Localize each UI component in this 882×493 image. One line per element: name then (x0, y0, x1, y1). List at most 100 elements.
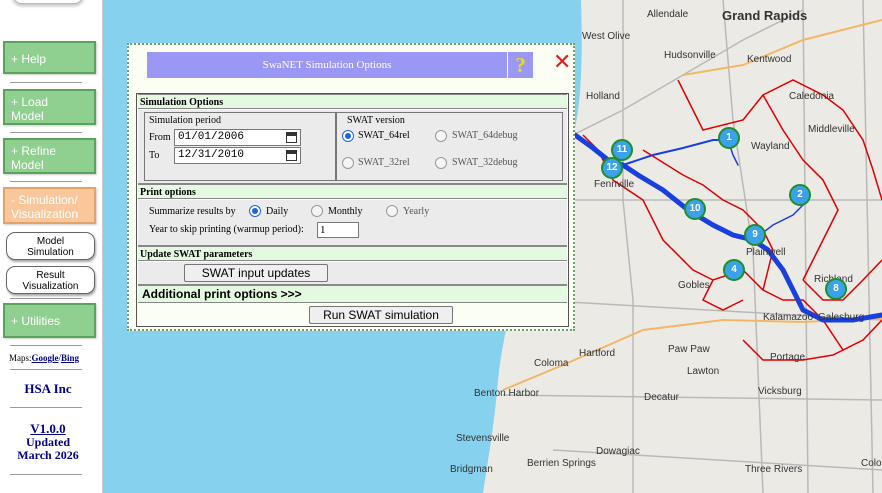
map-label-decatur: Decatur (644, 392, 680, 403)
model-simulation-label: Model Simulation (27, 236, 74, 258)
map-label-portage: Portage (770, 352, 806, 363)
help-icon[interactable]: ? (507, 52, 533, 78)
menu-divider (10, 407, 82, 408)
map-label-fennville: Fennville (594, 179, 635, 190)
result-visualization-label: Result Visualization (22, 270, 79, 292)
menu-divider (10, 345, 82, 346)
map-label-plainwell: Plainwell (746, 247, 786, 258)
dialog-title: SwaNET Simulation Options (147, 52, 507, 78)
map-label-gobles: Gobles (678, 280, 710, 291)
from-label: From (149, 132, 171, 143)
subbasin-marker-9[interactable]: 9 (744, 224, 766, 246)
map-label-stevensville: Stevensville (456, 433, 510, 444)
map-label-bridgman: Bridgman (450, 464, 493, 475)
map-label-galesburg: Galesburg (818, 312, 865, 323)
company-name: HSA Inc (24, 381, 72, 396)
calendar-icon[interactable] (286, 132, 297, 143)
utilities-menu-button[interactable]: + Utilities (3, 303, 96, 338)
result-visualization-button[interactable]: Result Visualization (6, 266, 95, 294)
bing-maps-link[interactable]: Bing (61, 353, 79, 363)
map-label-west-olive: West Olive (582, 31, 631, 42)
menu-divider (10, 82, 82, 83)
refine-model-menu-label: + Refine Model (11, 144, 57, 172)
map-label-dowagiac: Dowagiac (596, 446, 640, 457)
map-label-colo: Colo (861, 458, 882, 469)
menu-divider (10, 181, 82, 182)
warmup-skip-label: Year to skip printing (warmup period): (149, 224, 304, 235)
summarize-label: Summarize results by (149, 206, 236, 217)
map-source-links: Maps:Google/Bing (9, 353, 79, 363)
map-label-wayland: Wayland (751, 141, 790, 152)
summary-monthly-label: Monthly (328, 206, 363, 217)
swat-32debug-radio[interactable] (435, 157, 447, 169)
simulation-visualization-menu-button[interactable]: - Simulation/ Visualization (3, 187, 96, 224)
close-icon[interactable]: ✕ (553, 51, 571, 75)
maps-prefix: Maps: (9, 353, 32, 363)
swat-version-label: SWAT version (347, 115, 405, 126)
additional-print-options-link[interactable]: Additional print options >>> (142, 287, 302, 302)
subbasin-marker-12[interactable]: 12 (601, 157, 623, 179)
from-date-input[interactable]: 01/01/2006 (174, 129, 301, 146)
map-label-holland: Holland (586, 91, 620, 102)
menu-divider (10, 298, 82, 299)
calendar-icon[interactable] (286, 150, 297, 161)
map-label-berrien-springs: Berrien Springs (527, 458, 596, 469)
warmup-years-input[interactable]: 1 (317, 222, 359, 238)
print-options-header: Print options (138, 184, 567, 199)
map-label-coloma: Coloma (534, 358, 569, 369)
menu-divider (10, 369, 82, 370)
update-parameters-header: Update SWAT parameters (138, 246, 567, 261)
help-menu-button[interactable]: + Help (3, 41, 96, 74)
swat-64rel-label: SWAT_64rel (358, 130, 410, 141)
map-label-grand-rapids: Grand Rapids (722, 8, 808, 23)
subbasin-marker-10[interactable]: 10 (684, 198, 706, 220)
utilities-menu-label: + Utilities (11, 314, 61, 328)
simulation-options-header: Simulation Options (138, 94, 567, 109)
subbasin-marker-4[interactable]: 4 (723, 259, 745, 281)
swat-input-updates-button[interactable]: SWAT input updates (184, 264, 328, 282)
to-date-value: 12/31/2010 (178, 149, 245, 161)
subbasin-marker-1[interactable]: 1 (718, 127, 740, 149)
help-menu-label: + Help (11, 52, 47, 66)
swat-32debug-label: SWAT_32debug (452, 157, 518, 168)
sidebar: + Help + Load Model + Refine Model - Sim… (0, 0, 103, 493)
load-model-menu-label: + Load Model (11, 95, 49, 123)
update-parameters-section: SWAT input updates (138, 262, 567, 285)
simulation-period-label: Simulation period (149, 115, 221, 126)
google-maps-link[interactable]: Google (32, 353, 59, 363)
options-panel: Simulation Options Simulation period Fro… (136, 93, 569, 327)
model-simulation-button[interactable]: Model Simulation (6, 232, 95, 260)
simulation-visualization-menu-label: - Simulation/ Visualization (11, 193, 79, 221)
subbasin-marker-8[interactable]: 8 (825, 278, 847, 300)
summary-yearly-radio[interactable] (386, 205, 398, 217)
swat-32rel-radio[interactable] (342, 157, 354, 169)
subbasin-marker-2[interactable]: 2 (789, 184, 811, 206)
summary-daily-label: Daily (266, 206, 289, 217)
map-label-allendale: Allendale (647, 9, 689, 20)
swat-64debug-radio[interactable] (435, 130, 447, 142)
swat-version-box: SWAT version SWAT_64rel SWAT_64debug SWA… (336, 112, 563, 181)
summary-yearly-label: Yearly (403, 206, 430, 217)
to-label: To (149, 150, 160, 161)
load-model-menu-button[interactable]: + Load Model (3, 89, 96, 125)
sidebar-top-tab[interactable] (12, 0, 84, 4)
to-date-input[interactable]: 12/31/2010 (174, 147, 301, 164)
simulation-options-dialog: SwaNET Simulation Options ? ✕ Simulation… (127, 43, 575, 331)
additional-options-row: Additional print options >>> (138, 285, 567, 303)
map-label-middleville: Middleville (808, 124, 855, 135)
map-label-benton-harbor: Benton Harbor (474, 388, 540, 399)
map-label-kentwood: Kentwood (747, 54, 792, 65)
map-label-kalamazoo: Kalamazoo (763, 312, 814, 323)
swat-64rel-radio[interactable] (342, 130, 354, 142)
map-label-vicksburg: Vicksburg (758, 386, 802, 397)
print-options-section: Summarize results by Daily Monthly Yearl… (138, 200, 567, 246)
updated-date: Updated March 2026 (17, 435, 79, 462)
menu-divider (10, 132, 82, 133)
refine-model-menu-button[interactable]: + Refine Model (3, 138, 96, 174)
run-swat-simulation-button[interactable]: Run SWAT simulation (309, 306, 453, 324)
map-label-paw-paw: Paw Paw (668, 344, 710, 355)
summary-monthly-radio[interactable] (311, 205, 323, 217)
summary-daily-radio[interactable] (249, 205, 261, 217)
swat-64debug-label: SWAT_64debug (452, 130, 518, 141)
map-label-lawton: Lawton (687, 366, 720, 377)
